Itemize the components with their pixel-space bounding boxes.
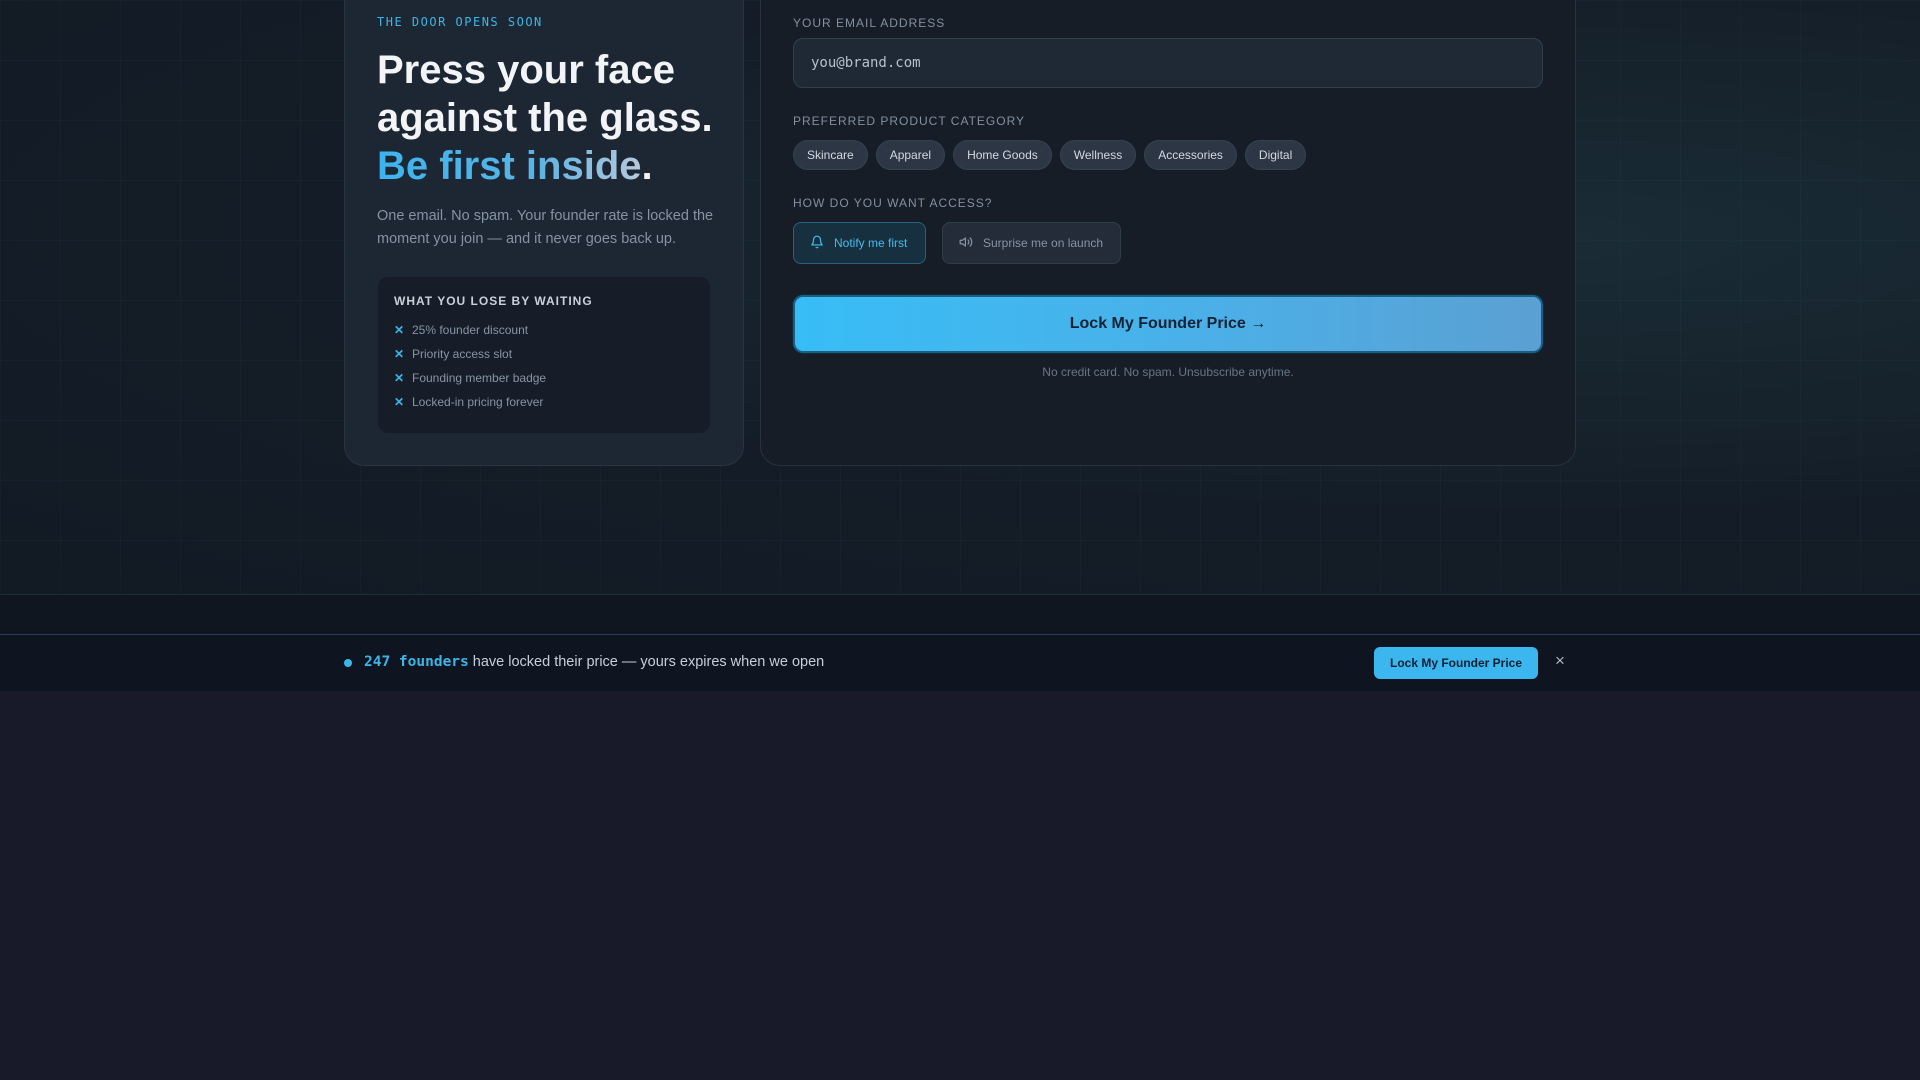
category-chip-skincare[interactable]: Skincare — [793, 140, 868, 170]
category-chip-home-goods[interactable]: Home Goods — [953, 140, 1052, 170]
list-item-label: Priority access slot — [412, 347, 513, 361]
email-field[interactable] — [793, 38, 1543, 88]
surprise-me-button[interactable]: Surprise me on launch — [942, 222, 1121, 264]
hero-subtext: One email. No spam. Your founder rate is… — [377, 208, 714, 247]
list-item-label: Founding member badge — [412, 371, 547, 385]
category-chip-digital[interactable]: Digital — [1244, 140, 1307, 170]
status-dot — [344, 659, 352, 667]
surprise-me-label: Surprise me on launch — [983, 236, 1104, 250]
sticky-cta-bar: 247 founders have locked their price — y… — [0, 634, 1920, 691]
sticky-message-text: have locked their price — yours expires … — [468, 654, 825, 670]
access-label: HOW DO YOU WANT ACCESS? — [793, 196, 993, 210]
sticky-message: 247 founders have locked their price — y… — [364, 654, 824, 670]
notify-me-first-button[interactable]: Notify me first — [793, 222, 926, 264]
category-chip-apparel[interactable]: Apparel — [875, 140, 946, 170]
fine-print: No credit card. No spam. Unsubscribe any… — [1042, 365, 1294, 379]
headline-line-1: Press your face — [377, 48, 675, 92]
headline-period: . — [641, 144, 653, 188]
list-item: ✕ 25% founder discount — [394, 323, 528, 337]
lock-founder-price-button[interactable]: Lock My Founder Price → — [793, 295, 1543, 353]
notify-me-first-label: Notify me first — [834, 236, 908, 250]
list-item: ✕ Priority access slot — [394, 347, 512, 361]
email-label: YOUR EMAIL ADDRESS — [793, 16, 946, 30]
category-label: PREFERRED PRODUCT CATEGORY — [793, 114, 1026, 128]
bell-icon — [810, 235, 824, 252]
founder-count: 247 founders — [364, 654, 469, 670]
sticky-lock-price-button[interactable]: Lock My Founder Price — [1374, 647, 1538, 679]
headline-accent: Be first inside — [377, 144, 642, 188]
list-item-label: 25% founder discount — [412, 323, 529, 337]
list-item: ✕ Locked-in pricing forever — [394, 395, 543, 409]
category-chip-accessories[interactable]: Accessories — [1144, 140, 1237, 170]
category-chip-group: Skincare Apparel Home Goods Wellness Acc… — [793, 140, 1307, 170]
close-icon[interactable]: × — [1555, 651, 1565, 671]
x-icon: ✕ — [394, 395, 405, 409]
speaker-icon — [959, 235, 973, 252]
x-icon: ✕ — [394, 323, 405, 337]
eyebrow-label: THE DOOR OPENS SOON — [377, 15, 543, 29]
access-option-group: Notify me first Surprise me on launch — [793, 222, 1121, 264]
lose-by-waiting-box: WHAT YOU LOSE BY WAITING ✕ 25% founder d… — [378, 277, 710, 433]
x-icon: ✕ — [394, 371, 405, 385]
list-item: ✕ Founding member badge — [394, 371, 546, 385]
x-icon: ✕ — [394, 347, 405, 361]
page-title: Press your face against the glass. Be fi… — [377, 46, 737, 190]
footer-strip — [0, 595, 1920, 635]
list-item-label: Locked-in pricing forever — [412, 395, 544, 409]
lose-box-title: WHAT YOU LOSE BY WAITING — [394, 294, 593, 308]
category-chip-wellness[interactable]: Wellness — [1059, 140, 1137, 170]
headline-line-2: against the glass. — [377, 96, 713, 140]
